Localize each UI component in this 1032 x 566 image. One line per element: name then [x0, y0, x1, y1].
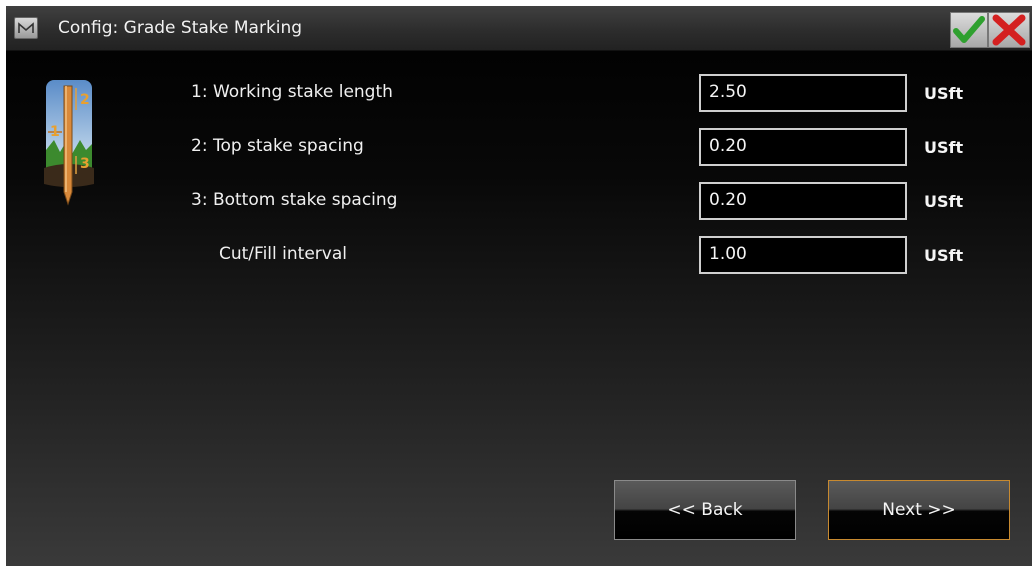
- top-stake-spacing-input[interactable]: 0.20: [699, 128, 907, 166]
- bottom-stake-spacing-input[interactable]: 0.20: [699, 182, 907, 220]
- cut-fill-interval-label: Cut/Fill interval: [219, 244, 347, 264]
- ok-button[interactable]: [950, 12, 988, 48]
- bottom-stake-spacing-label: 3: Bottom stake spacing: [191, 190, 398, 210]
- next-button[interactable]: Next >>: [828, 480, 1010, 540]
- top-stake-spacing-unit: USft: [924, 138, 964, 157]
- working-stake-length-label: 1: Working stake length: [191, 82, 393, 102]
- back-button[interactable]: << Back: [614, 480, 796, 540]
- stake-marker-1: 1: [50, 124, 60, 140]
- stake-marker-2: 2: [80, 92, 90, 108]
- checkmark-icon: [953, 16, 985, 43]
- stake-marker-3: 3: [80, 156, 90, 172]
- window-title: Config: Grade Stake Marking: [58, 18, 303, 38]
- cancel-button[interactable]: [988, 12, 1030, 48]
- top-stake-spacing-label: 2: Top stake spacing: [191, 136, 364, 156]
- title-bar: Config: Grade Stake Marking: [6, 6, 1032, 51]
- grade-stake-icon: 2 1 3: [44, 80, 94, 206]
- working-stake-length-input[interactable]: 2.50: [699, 74, 907, 112]
- bottom-stake-spacing-unit: USft: [924, 192, 964, 211]
- config-screen: Config: Grade Stake Marking 2 1 3 1: Wor…: [6, 6, 1032, 566]
- close-icon: [992, 14, 1026, 46]
- cut-fill-interval-unit: USft: [924, 246, 964, 265]
- cut-fill-interval-input[interactable]: 1.00: [699, 236, 907, 274]
- menu-icon[interactable]: [14, 17, 38, 39]
- working-stake-length-unit: USft: [924, 84, 964, 103]
